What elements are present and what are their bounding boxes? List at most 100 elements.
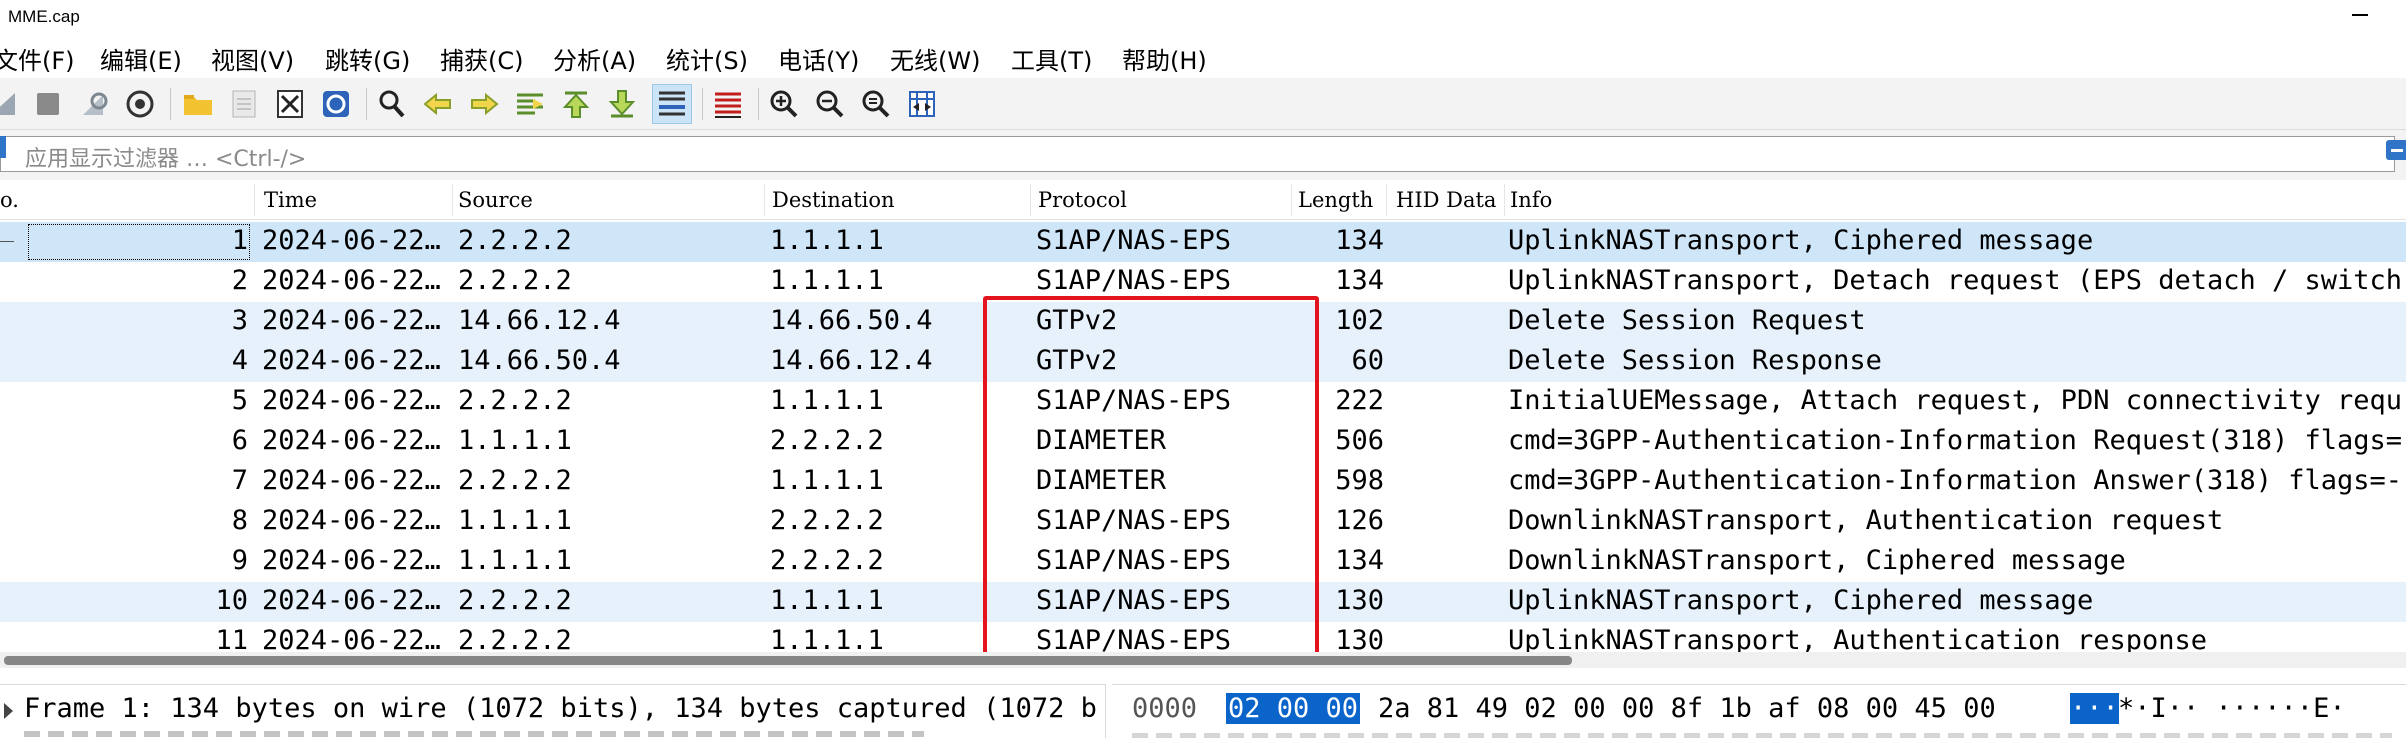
open-file-icon[interactable] — [178, 84, 218, 124]
packet-info: DownlinkNASTransport, Ciphered message — [1508, 545, 2126, 576]
packet-number: 9 — [231, 545, 248, 576]
bytes-offset: 0000 — [1132, 693, 1198, 724]
menu-edit[interactable]: 编辑(E) — [100, 41, 182, 76]
filter-bookmark-icon[interactable] — [0, 136, 6, 158]
packet-list-header: o. Time Source Destination Protocol Leng… — [0, 180, 2406, 220]
packet-number: 8 — [231, 505, 248, 536]
window-title: MME.cap — [8, 7, 80, 26]
column-header-protocol[interactable]: Protocol — [1038, 188, 1127, 212]
column-divider[interactable] — [254, 184, 255, 216]
column-header-source[interactable]: Source — [458, 188, 533, 212]
packet-row-1[interactable]: 1 2024-06-22… 2.2.2.2 1.1.1.1 S1AP/NAS-E… — [0, 222, 2406, 262]
packet-list-hscrollbar[interactable] — [0, 652, 2406, 668]
column-divider[interactable] — [1386, 184, 1387, 216]
packet-source: 2.2.2.2 — [458, 225, 572, 256]
packet-source: 2.2.2.2 — [458, 265, 572, 296]
menu-bar: 文件(F) 编辑(E) 视图(V) 跳转(G) 捕获(C) 分析(A) 统计(S… — [0, 34, 2406, 78]
column-divider[interactable] — [764, 184, 765, 216]
packet-info: cmd=3GPP-Authentication-Information Answ… — [1508, 465, 2403, 496]
column-divider[interactable] — [1504, 184, 1505, 216]
packet-source: 1.1.1.1 — [458, 545, 572, 576]
column-divider[interactable] — [1291, 184, 1292, 216]
packet-source: 14.66.12.4 — [458, 305, 621, 336]
display-filter-bar: 应用显示过滤器 … <Ctrl-/> — [0, 130, 2406, 180]
packet-number: 7 — [231, 465, 248, 496]
packet-number: 5 — [231, 385, 248, 416]
save-file-icon[interactable] — [224, 84, 264, 124]
packet-time: 2024-06-22… — [262, 345, 441, 376]
packet-time: 2024-06-22… — [262, 265, 441, 296]
packet-info: Delete Session Response — [1508, 345, 1882, 376]
menu-capture[interactable]: 捕获(C) — [440, 41, 523, 76]
packet-destination: 1.1.1.1 — [770, 225, 884, 256]
ascii-selected-bytes[interactable]: ··· — [2070, 693, 2119, 724]
packet-protocol: S1AP/NAS-EPS — [1036, 265, 1232, 296]
menu-go[interactable]: 跳转(G) — [325, 41, 410, 76]
column-header-time[interactable]: Time — [264, 188, 317, 212]
column-header-hid-data[interactable]: HID Data — [1396, 188, 1496, 212]
menu-telephony[interactable]: 电话(Y) — [778, 41, 859, 76]
filter-placeholder: 应用显示过滤器 … <Ctrl-/> — [25, 147, 307, 172]
column-header-no[interactable]: o. — [0, 188, 19, 212]
toolbar-separator — [758, 88, 759, 120]
auto-scroll-icon[interactable] — [652, 84, 692, 124]
capture-options-icon[interactable] — [120, 84, 160, 124]
packet-info: Delete Session Request — [1508, 305, 1866, 336]
packet-protocol: S1AP/NAS-EPS — [1036, 225, 1232, 256]
menu-analyze[interactable]: 分析(A) — [553, 41, 636, 76]
go-to-packet-icon[interactable] — [510, 84, 550, 124]
menu-statistics[interactable]: 统计(S) — [666, 41, 748, 76]
hex-bytes[interactable]: 2a 81 49 02 00 00 8f 1b af 08 00 45 00 — [1378, 693, 1996, 724]
menu-file[interactable]: 文件(F) — [0, 41, 75, 76]
ascii-bytes[interactable]: *·I·· ······E· — [2118, 693, 2346, 724]
packet-time: 2024-06-22… — [262, 225, 441, 256]
go-back-icon[interactable] — [418, 84, 458, 124]
colorize-icon[interactable] — [708, 84, 748, 124]
packet-time: 2024-06-22… — [262, 305, 441, 336]
shark-fin-start-icon[interactable] — [0, 84, 24, 124]
close-file-icon[interactable] — [270, 84, 310, 124]
display-filter-input[interactable]: 应用显示过滤器 … <Ctrl-/> — [0, 136, 2395, 172]
menu-view[interactable]: 视图(V) — [211, 41, 294, 76]
scrollbar-thumb[interactable] — [4, 656, 1572, 665]
packet-source: 2.2.2.2 — [458, 585, 572, 616]
column-divider[interactable] — [452, 184, 453, 216]
packet-details-pane: Frame 1: 134 bytes on wire (1072 bits), … — [0, 684, 1106, 738]
minimize-button[interactable] — [2352, 14, 2368, 16]
toolbar-separator — [170, 88, 171, 120]
toolbar-separator — [702, 88, 703, 120]
menu-wireless[interactable]: 无线(W) — [890, 41, 980, 76]
packet-time: 2024-06-22… — [262, 505, 441, 536]
restart-capture-icon[interactable] — [74, 84, 114, 124]
stop-capture-icon[interactable] — [28, 84, 68, 124]
packet-time: 2024-06-22… — [262, 425, 441, 456]
packet-info: UplinkNASTransport, Detach request (EPS … — [1508, 265, 2403, 296]
reload-file-icon[interactable] — [316, 84, 356, 124]
packet-info: cmd=3GPP-Authentication-Information Requ… — [1508, 425, 2403, 456]
resize-columns-icon[interactable] — [902, 84, 942, 124]
zoom-in-icon[interactable] — [764, 84, 804, 124]
go-first-packet-icon[interactable] — [556, 84, 596, 124]
packet-time: 2024-06-22… — [262, 385, 441, 416]
column-header-info[interactable]: Info — [1510, 188, 1552, 212]
column-divider[interactable] — [1030, 184, 1031, 216]
zoom-out-icon[interactable] — [810, 84, 850, 124]
menu-tools[interactable]: 工具(T) — [1011, 41, 1092, 76]
zoom-normal-icon[interactable] — [856, 84, 896, 124]
frame-summary[interactable]: Frame 1: 134 bytes on wire (1072 bits), … — [24, 693, 1097, 724]
packet-time: 2024-06-22… — [262, 585, 441, 616]
column-header-length[interactable]: Length — [1298, 188, 1373, 212]
expand-arrow-icon[interactable] — [4, 703, 13, 719]
packet-source: 2.2.2.2 — [458, 385, 572, 416]
go-last-packet-icon[interactable] — [602, 84, 642, 124]
find-packet-icon[interactable] — [372, 84, 412, 124]
column-header-destination[interactable]: Destination — [772, 188, 895, 212]
title-bar: MME.cap — [0, 0, 2406, 34]
packet-info: InitialUEMessage, Attach request, PDN co… — [1508, 385, 2403, 416]
toolbar-separator — [366, 88, 367, 120]
filter-apply-button[interactable] — [2386, 140, 2406, 160]
go-forward-icon[interactable] — [464, 84, 504, 124]
menu-help[interactable]: 帮助(H) — [1122, 41, 1207, 76]
packet-time: 2024-06-22… — [262, 545, 441, 576]
hex-selected-bytes[interactable]: 02 00 00 — [1226, 693, 1361, 724]
